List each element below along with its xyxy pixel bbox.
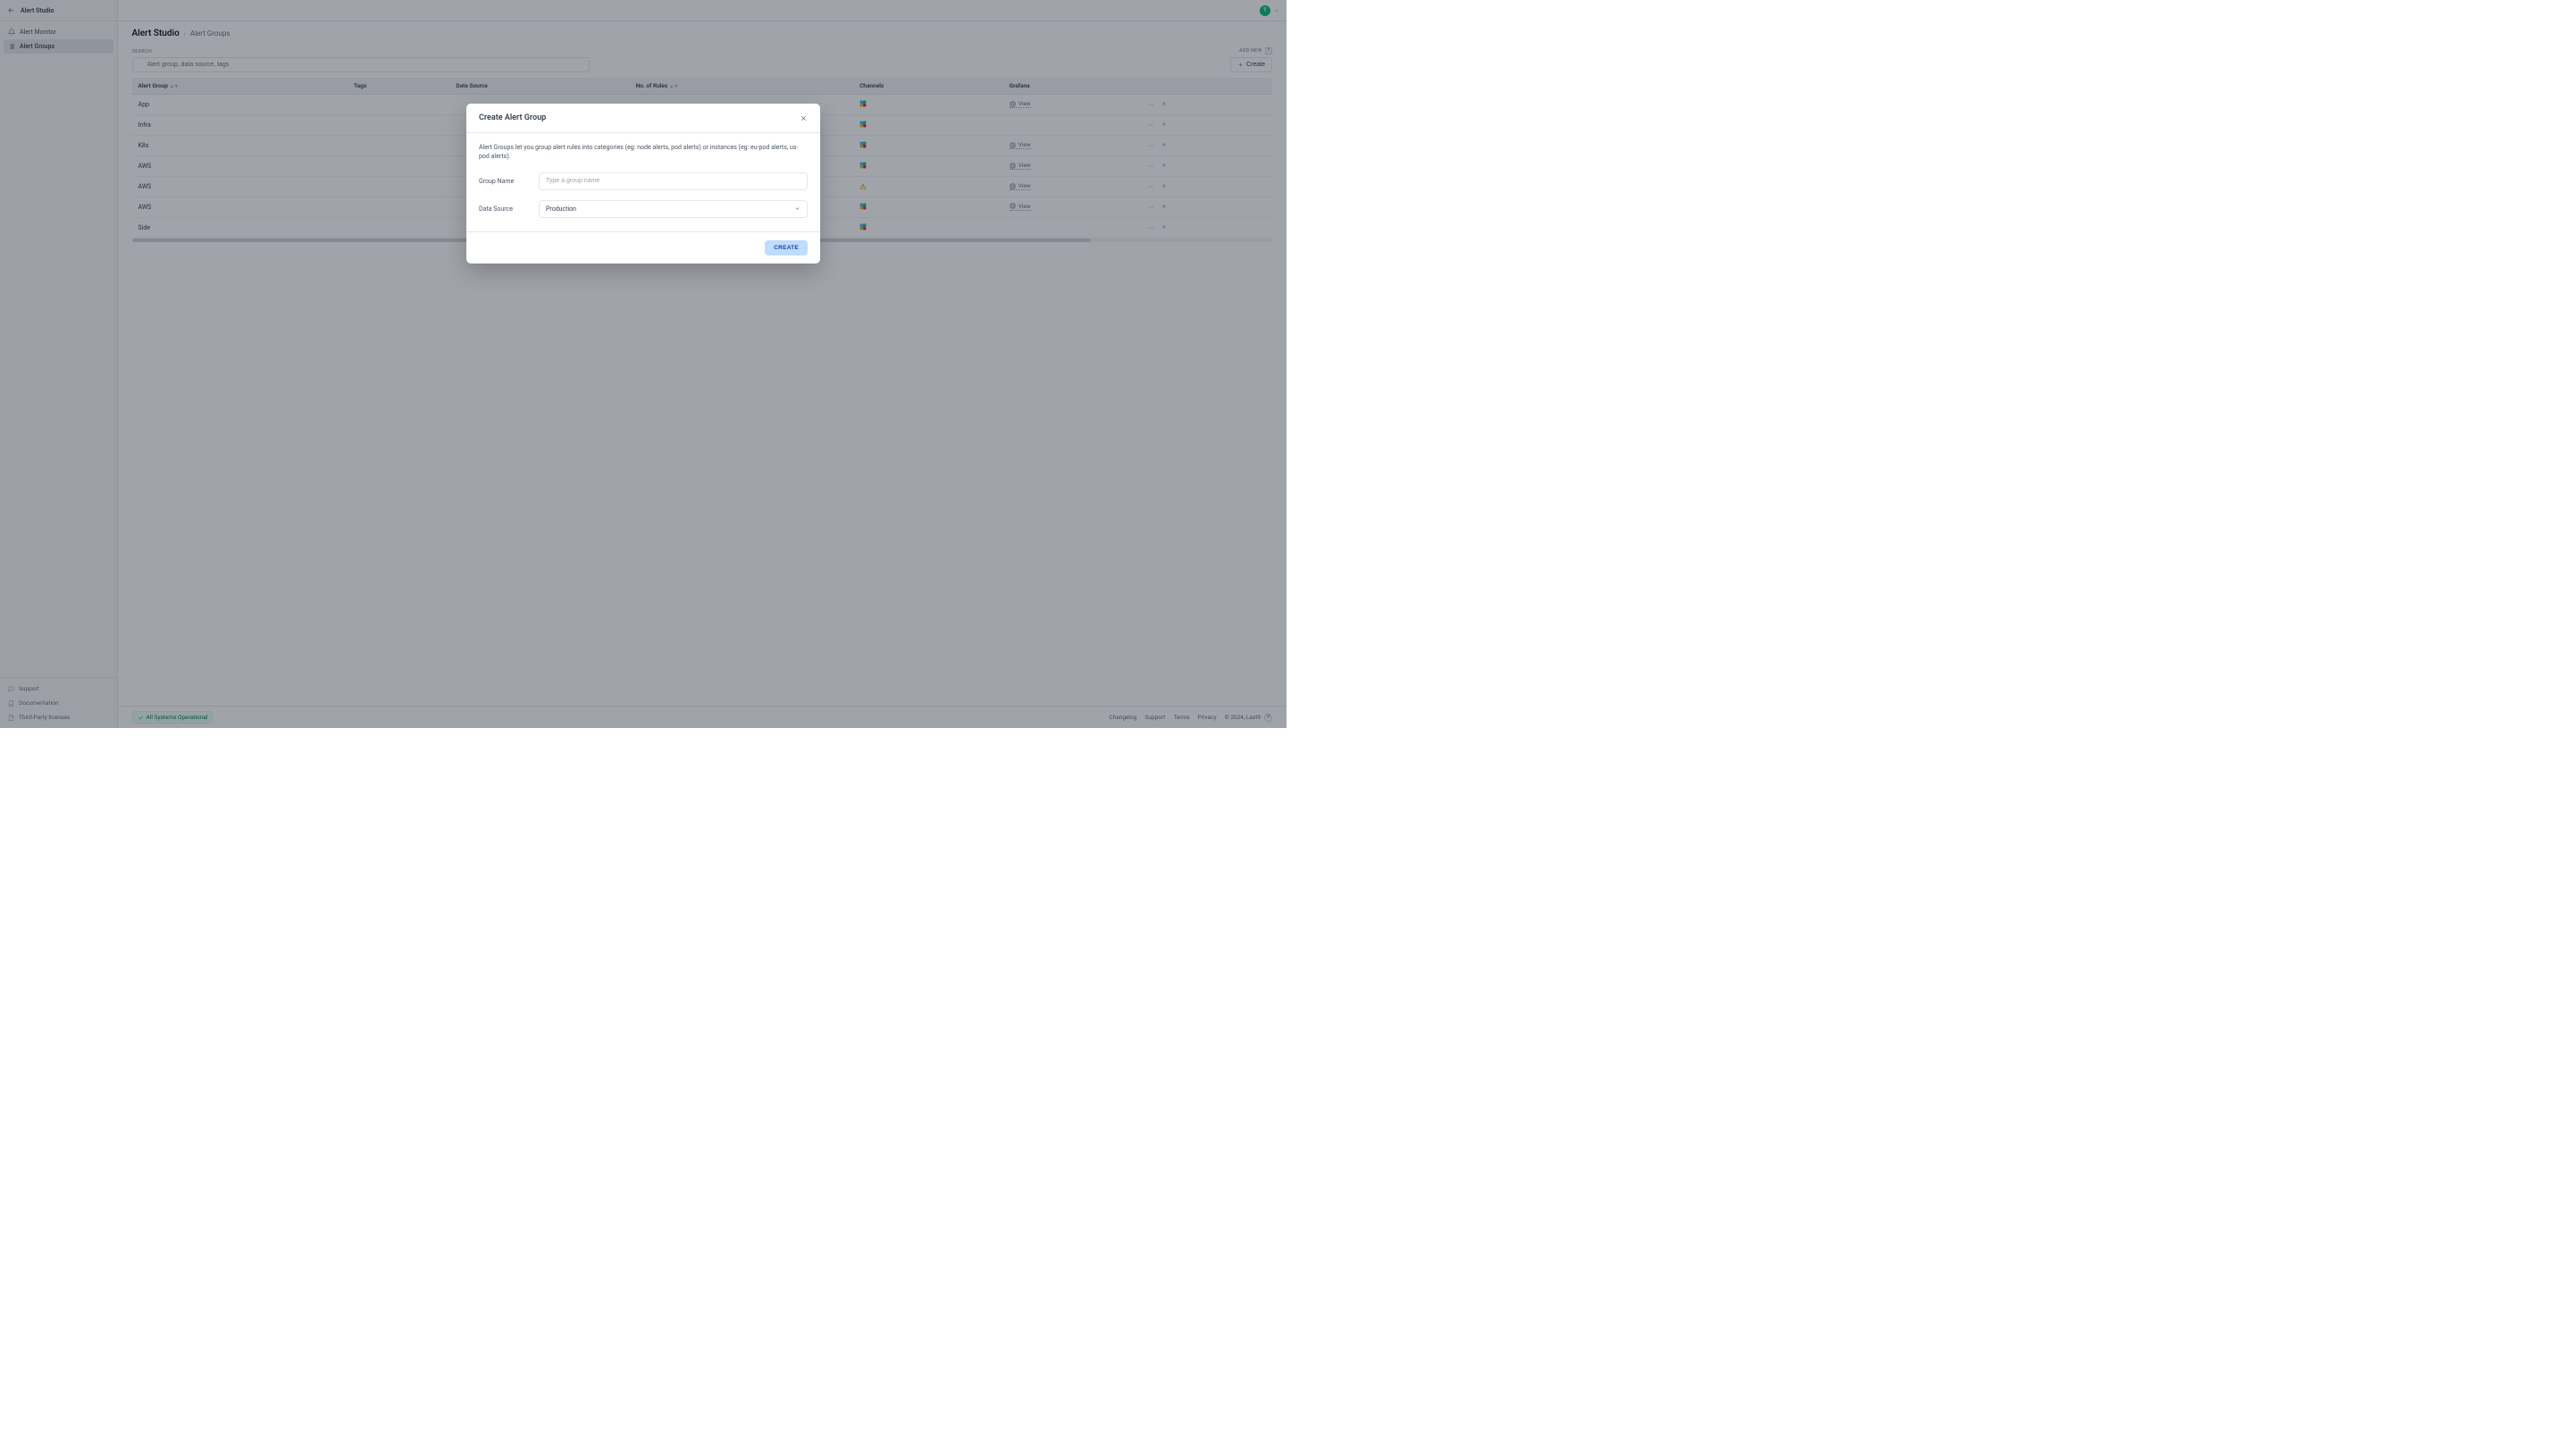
close-icon[interactable] [800, 114, 808, 122]
modal-overlay[interactable]: Create Alert Group Alert Groups let you … [0, 0, 1286, 728]
modal-title: Create Alert Group [479, 113, 546, 122]
group-name-input[interactable] [539, 172, 808, 190]
data-source-label: Data Source [479, 205, 528, 213]
data-source-value: Production [546, 205, 576, 213]
create-alert-group-modal: Create Alert Group Alert Groups let you … [466, 104, 820, 264]
group-name-label: Group Name [479, 178, 528, 185]
modal-create-button[interactable]: CREATE [765, 240, 808, 255]
data-source-select[interactable]: Production [539, 200, 808, 218]
chevron-down-icon [794, 205, 800, 212]
modal-description: Alert Groups let you group alert rules i… [479, 143, 808, 162]
